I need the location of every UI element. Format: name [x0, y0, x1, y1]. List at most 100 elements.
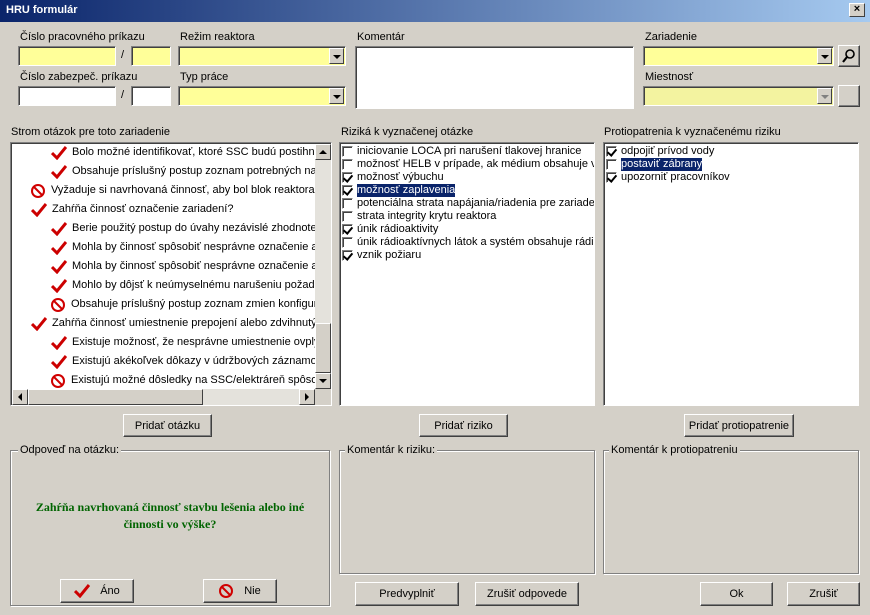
risk-item[interactable]: možnosť HELB v prípade, ak médium obsahu… — [340, 158, 594, 171]
risks-title: Riziká k vyznačenej otázke — [341, 126, 474, 138]
add-risk-button[interactable]: Pridať riziko — [419, 414, 508, 437]
question-tree-item[interactable]: Zahŕňa činnosť umiestnenie prepojení ale… — [11, 314, 316, 333]
risk-checkbox[interactable] — [342, 159, 353, 170]
risk-item-label: strata integrity krytu reaktora — [357, 210, 497, 222]
ok-button[interactable]: Ok — [700, 582, 773, 606]
scroll-right-icon[interactable] — [299, 389, 315, 405]
equipment-select[interactable] — [643, 46, 834, 66]
check-icon — [51, 278, 67, 293]
question-tree-item[interactable]: Zahŕňa činnosť označenie zariadení? — [11, 200, 316, 219]
risk-item[interactable]: potenciálna strata napájania/riadenia pr… — [340, 197, 594, 210]
question-tree-item[interactable]: Vyžaduje si navrhovaná činnosť, aby bol … — [11, 181, 316, 200]
risk-checkbox[interactable] — [342, 172, 353, 183]
close-button[interactable]: × — [849, 3, 865, 17]
check-icon — [51, 354, 67, 369]
countermeasures-title: Protiopatrenia k vyznačenému riziku — [604, 126, 781, 138]
risk-item[interactable]: vznik požiaru — [340, 249, 594, 262]
comment-textarea[interactable] — [355, 46, 634, 109]
question-tree-item-label: Mohla by činnosť spôsobiť nesprávne ozna… — [72, 241, 316, 253]
magnifier-icon — [842, 49, 855, 63]
title-bar: HRU formulár — [0, 0, 870, 22]
scroll-up-icon[interactable] — [315, 144, 331, 160]
countermeasure-item[interactable]: postaviť zábrany — [604, 158, 858, 171]
question-tree-item-label: Vyžaduje si navrhovaná činnosť, aby bol … — [51, 184, 315, 196]
questions-tree[interactable]: Bolo možné identifikovať, ktoré SSC budú… — [10, 142, 332, 406]
questions-vscroll[interactable] — [315, 144, 331, 389]
countermeasure-checkbox[interactable] — [606, 159, 617, 170]
question-tree-item[interactable]: Mohlo by dôjsť k neúmyselnému narušeniu … — [11, 276, 316, 295]
question-tree-item[interactable]: Existujú akékoľvek dôkazy v údržbových z… — [11, 352, 316, 371]
answer-question-text: Zahŕňa navrhovaná činnosť stavbu lešenia… — [35, 500, 305, 531]
cancel-answers-button[interactable]: Zrušiť odpovede — [475, 582, 579, 606]
chevron-down-icon[interactable] — [329, 48, 344, 64]
question-tree-item[interactable]: Obsahuje príslušný postup zoznam potrebn… — [11, 162, 316, 181]
countermeasure-checkbox[interactable] — [606, 172, 617, 183]
question-tree-item[interactable]: Existuje možnosť, že nesprávne umiestnen… — [11, 333, 316, 352]
risk-checkbox[interactable] — [342, 237, 353, 248]
no-button[interactable]: Nie — [203, 579, 277, 603]
risk-item[interactable]: možnosť zaplavenia — [340, 184, 594, 197]
risk-item[interactable]: možnosť výbuchu — [340, 171, 594, 184]
risk-checkbox[interactable] — [342, 224, 353, 235]
add-countermeasure-button[interactable]: Pridať protiopatrenie — [684, 414, 794, 437]
cancel-button[interactable]: Zrušiť — [787, 582, 860, 606]
safety-order-suffix-input[interactable] — [131, 86, 171, 106]
question-tree-item-label: Mohlo by dôjsť k neúmyselnému narušeniu … — [72, 279, 316, 291]
chevron-down-icon[interactable] — [817, 88, 832, 104]
questions-hscroll[interactable] — [12, 389, 315, 405]
check-icon — [51, 335, 67, 350]
comment-label: Komentár — [357, 31, 405, 43]
prefill-button[interactable]: Predvyplniť — [355, 582, 459, 606]
risk-checkbox[interactable] — [342, 185, 353, 196]
work-type-select[interactable] — [178, 86, 346, 106]
risk-item[interactable]: strata integrity krytu reaktora — [340, 210, 594, 223]
question-tree-item[interactable]: Berie použitý postup do úvahy nezávislé … — [11, 219, 316, 238]
scroll-down-icon[interactable] — [315, 373, 331, 389]
yes-button[interactable]: Áno — [60, 579, 134, 603]
risk-item[interactable]: únik rádioaktívnych látok a systém obsah… — [340, 236, 594, 249]
countermeasure-item[interactable]: upozorniť pracovníkov — [604, 171, 858, 184]
question-tree-item[interactable]: Bolo možné identifikovať, ktoré SSC budú… — [11, 143, 316, 162]
risk-checkbox[interactable] — [342, 146, 353, 157]
risk-item[interactable]: iniciovanie LOCA pri narušení tlakovej h… — [340, 145, 594, 158]
question-tree-item[interactable]: Obsahuje príslušný postup zoznam zmien k… — [11, 295, 316, 314]
chevron-down-icon[interactable] — [817, 48, 832, 64]
search-button[interactable] — [838, 45, 860, 67]
risk-checkbox[interactable] — [342, 211, 353, 222]
no-icon — [51, 297, 65, 312]
reactor-mode-select[interactable] — [178, 46, 346, 66]
countermeasure-comment-field[interactable] — [609, 462, 853, 568]
risks-list[interactable]: iniciovanie LOCA pri narušení tlakovej h… — [339, 142, 595, 406]
work-order-label: Číslo pracovného príkazu — [20, 31, 145, 43]
no-icon — [219, 584, 234, 598]
check-icon — [31, 202, 47, 217]
risk-item-label: vznik požiaru — [357, 249, 422, 261]
questions-vscroll-thumb[interactable] — [315, 323, 331, 373]
countermeasure-checkbox[interactable] — [606, 146, 617, 157]
risk-comment-field[interactable] — [345, 462, 589, 568]
risk-item[interactable]: únik rádioaktivity — [340, 223, 594, 236]
work-order-suffix-input[interactable] — [131, 46, 171, 66]
scroll-left-icon[interactable] — [12, 389, 28, 405]
room-browse-button[interactable] — [838, 85, 860, 107]
add-question-button[interactable]: Pridať otázku — [123, 414, 212, 437]
check-icon — [51, 145, 67, 160]
countermeasure-item[interactable]: odpojiť prívod vody — [604, 145, 858, 158]
question-tree-item-label: Bolo možné identifikovať, ktoré SSC budú… — [72, 146, 316, 158]
check-icon — [51, 164, 67, 179]
question-tree-item[interactable]: Mohla by činnosť spôsobiť nesprávne ozna… — [11, 257, 316, 276]
work-order-input[interactable] — [18, 46, 116, 66]
countermeasures-list[interactable]: odpojiť prívod vody postaviť zábrany upozo… — [603, 142, 859, 406]
work-order-separator: / — [121, 49, 125, 61]
risk-comment-title: Komentár k riziku: — [345, 444, 438, 456]
questions-hscroll-thumb[interactable] — [28, 389, 203, 405]
question-tree-item[interactable]: Mohla by činnosť spôsobiť nesprávne ozna… — [11, 238, 316, 257]
risk-checkbox[interactable] — [342, 250, 353, 261]
room-select[interactable] — [643, 86, 834, 106]
risk-checkbox[interactable] — [342, 198, 353, 209]
question-tree-item[interactable]: Existujú možné dôsledky na SSC/elektráre… — [11, 371, 316, 389]
chevron-down-icon[interactable] — [329, 88, 344, 104]
safety-order-input[interactable] — [18, 86, 116, 106]
no-icon — [51, 373, 65, 388]
check-icon — [51, 259, 67, 274]
